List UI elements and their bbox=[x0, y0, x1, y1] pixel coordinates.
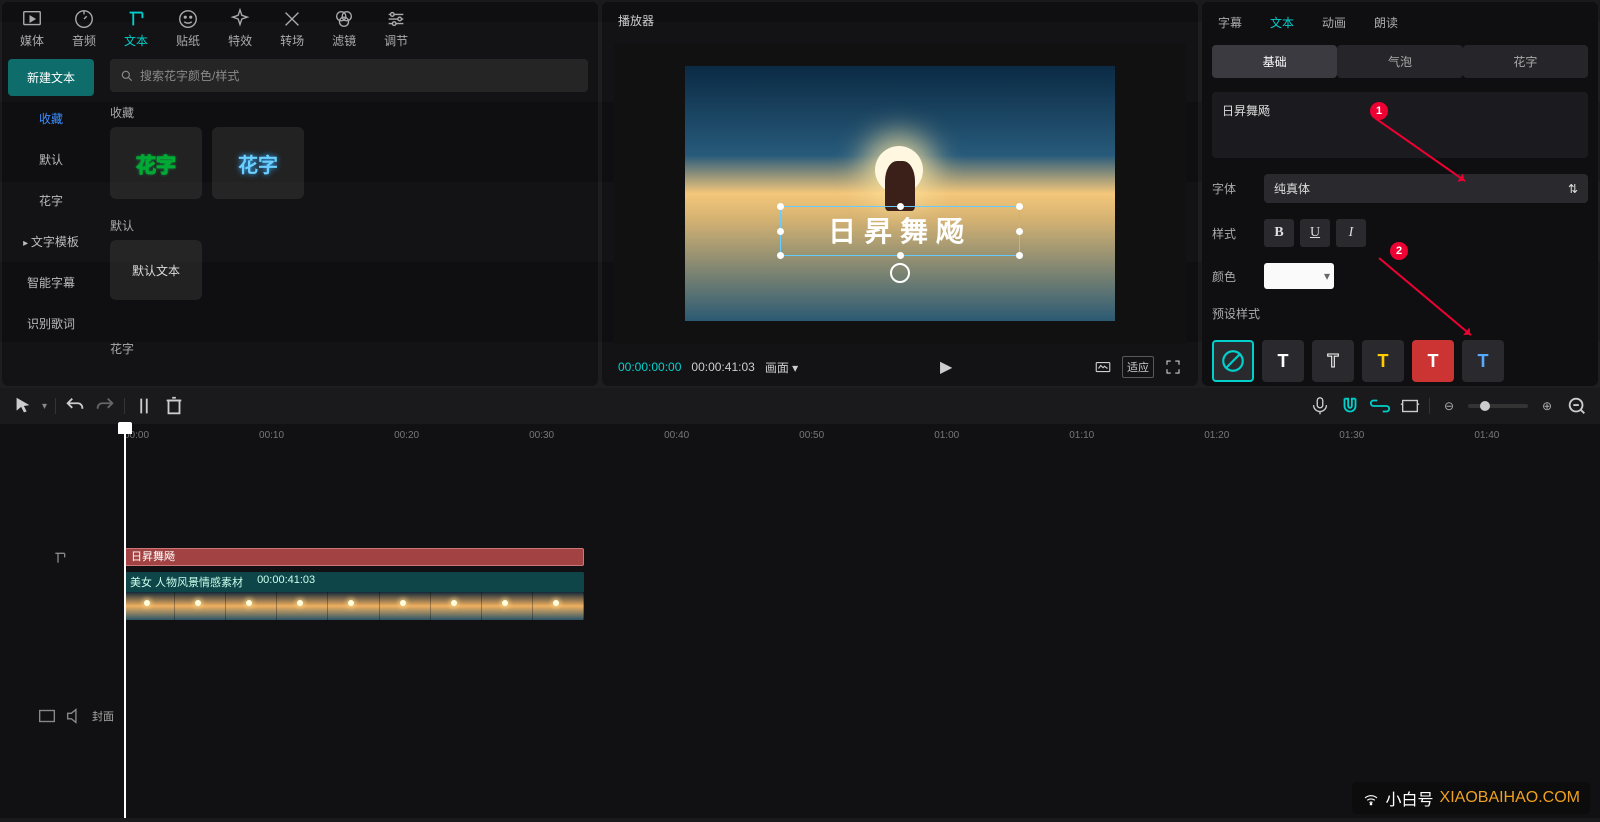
brand-watermark: 小白号XIAOBAIHAO.COM bbox=[1352, 782, 1590, 814]
link-icon[interactable] bbox=[1369, 395, 1391, 417]
preview-icon[interactable] bbox=[1399, 395, 1421, 417]
subtab-basic[interactable]: 基础 bbox=[1212, 45, 1337, 78]
fullscreen-icon[interactable] bbox=[1164, 358, 1182, 376]
zoom-slider[interactable] bbox=[1468, 404, 1528, 408]
label-font: 字体 bbox=[1212, 180, 1252, 197]
fancy-text-thumb-2[interactable]: 花字 bbox=[212, 127, 304, 199]
track-mute-icon[interactable] bbox=[64, 705, 86, 727]
font-select[interactable]: 纯真体⇅ bbox=[1264, 174, 1588, 203]
italic-button[interactable]: I bbox=[1336, 219, 1366, 247]
zoom-out-button[interactable]: ⊖ bbox=[1438, 395, 1460, 417]
label-preset: 预设样式 bbox=[1212, 305, 1260, 322]
sidebar-smart-subtitle[interactable]: 智能字幕 bbox=[8, 264, 94, 301]
subtab-fancy[interactable]: 花字 bbox=[1463, 45, 1588, 78]
zoom-in-button[interactable]: ⊕ bbox=[1536, 395, 1558, 417]
play-button[interactable]: ▶ bbox=[940, 357, 952, 377]
sidebar-default[interactable]: 默认 bbox=[8, 141, 94, 178]
magnet-icon[interactable] bbox=[1339, 395, 1361, 417]
text-clip[interactable]: 日昇舞飏 bbox=[124, 548, 584, 566]
annotation-marker-2: 2 bbox=[1390, 242, 1408, 260]
timeline-ruler[interactable]: 00:0000:1000:20 00:3000:4000:50 01:0001:… bbox=[0, 424, 1600, 446]
cover-button[interactable]: 封面 bbox=[92, 708, 114, 724]
fit-label[interactable]: 适应 bbox=[1122, 356, 1154, 378]
undo-button[interactable] bbox=[64, 395, 86, 417]
sidebar-recognize-lyrics[interactable]: 识别歌词 bbox=[8, 305, 94, 342]
player-title: 播放器 bbox=[602, 2, 1198, 39]
text-track-icon bbox=[0, 546, 120, 570]
text-overlay-bbox[interactable]: 日昇舞飏 bbox=[780, 206, 1020, 256]
video-clip-name: 美女 人物风景情感素材 bbox=[130, 574, 243, 590]
nav-transition[interactable]: 转场 bbox=[280, 8, 304, 49]
sidebar-new-text[interactable]: 新建文本 bbox=[8, 59, 94, 96]
playhead[interactable] bbox=[124, 424, 126, 818]
section-default: 默认 bbox=[110, 217, 588, 234]
underline-button[interactable]: U bbox=[1300, 219, 1330, 247]
tab-subtitle[interactable]: 字幕 bbox=[1218, 14, 1242, 31]
cursor-tool[interactable] bbox=[12, 395, 34, 417]
cursor-dropdown[interactable]: ▾ bbox=[42, 401, 47, 412]
section-favorite: 收藏 bbox=[110, 104, 588, 121]
quality-icon[interactable] bbox=[1094, 358, 1112, 376]
redo-button[interactable] bbox=[94, 395, 116, 417]
subtab-bubble[interactable]: 气泡 bbox=[1337, 45, 1462, 78]
sidebar-text-template[interactable]: 文字模板 bbox=[8, 223, 94, 260]
search-placeholder: 搜索花字颜色/样式 bbox=[140, 67, 239, 84]
track-lock-icon[interactable] bbox=[36, 705, 58, 727]
default-text-thumb[interactable]: 默认文本 bbox=[110, 240, 202, 300]
label-color: 颜色 bbox=[1212, 268, 1252, 285]
annotation-marker-1: 1 bbox=[1370, 102, 1388, 120]
mic-icon[interactable] bbox=[1309, 395, 1331, 417]
tab-text[interactable]: 文本 bbox=[1270, 14, 1294, 31]
fancy-text-thumb-1[interactable]: 花字 bbox=[110, 127, 202, 199]
wifi-icon bbox=[1362, 789, 1380, 807]
time-current: 00:00:00:00 bbox=[618, 360, 681, 374]
search-input[interactable]: 搜索花字颜色/样式 bbox=[110, 59, 588, 92]
ratio-dropdown[interactable]: 画面 ▾ bbox=[765, 359, 798, 376]
nav-filter[interactable]: 滤镜 bbox=[332, 8, 356, 49]
preset-outline[interactable]: T bbox=[1312, 340, 1354, 382]
split-button[interactable] bbox=[133, 395, 155, 417]
rotate-icon[interactable] bbox=[890, 263, 910, 283]
preset-white[interactable]: T bbox=[1262, 340, 1304, 382]
preset-blue[interactable]: T bbox=[1462, 340, 1504, 382]
video-preview: 日昇舞飏 bbox=[685, 66, 1115, 321]
nav-adjust[interactable]: 调节 bbox=[384, 8, 408, 49]
chevron-updown-icon: ⇅ bbox=[1568, 182, 1578, 196]
video-clip[interactable]: 美女 人物风景情感素材 00:00:41:03 bbox=[124, 572, 584, 620]
nav-media[interactable]: 媒体 bbox=[20, 8, 44, 49]
preset-yellow[interactable]: T bbox=[1362, 340, 1404, 382]
search-icon bbox=[120, 69, 134, 83]
tab-animation[interactable]: 动画 bbox=[1322, 14, 1346, 31]
color-select[interactable]: ▾ bbox=[1264, 263, 1334, 289]
video-clip-duration: 00:00:41:03 bbox=[257, 574, 315, 590]
bold-button[interactable]: B bbox=[1264, 219, 1294, 247]
preset-red[interactable]: T bbox=[1412, 340, 1454, 382]
delete-button[interactable] bbox=[163, 395, 185, 417]
nav-sticker[interactable]: 贴纸 bbox=[176, 8, 200, 49]
overlay-text: 日昇舞飏 bbox=[781, 207, 1019, 257]
text-content-input[interactable]: 日昇舞飏 bbox=[1212, 92, 1588, 158]
section-fancy: 花字 bbox=[110, 340, 588, 357]
nav-text[interactable]: 文本 bbox=[124, 8, 148, 49]
nav-effect[interactable]: 特效 bbox=[228, 8, 252, 49]
preset-none[interactable] bbox=[1212, 340, 1254, 382]
player-canvas[interactable]: 日昇舞飏 bbox=[614, 43, 1186, 344]
zoom-fit-button[interactable] bbox=[1566, 395, 1588, 417]
sidebar-fancy-text[interactable]: 花字 bbox=[8, 182, 94, 219]
nav-audio[interactable]: 音频 bbox=[72, 8, 96, 49]
sidebar-favorite[interactable]: 收藏 bbox=[8, 100, 94, 137]
label-style: 样式 bbox=[1212, 225, 1252, 242]
tab-read[interactable]: 朗读 bbox=[1374, 14, 1398, 31]
time-total: 00:00:41:03 bbox=[691, 360, 754, 374]
